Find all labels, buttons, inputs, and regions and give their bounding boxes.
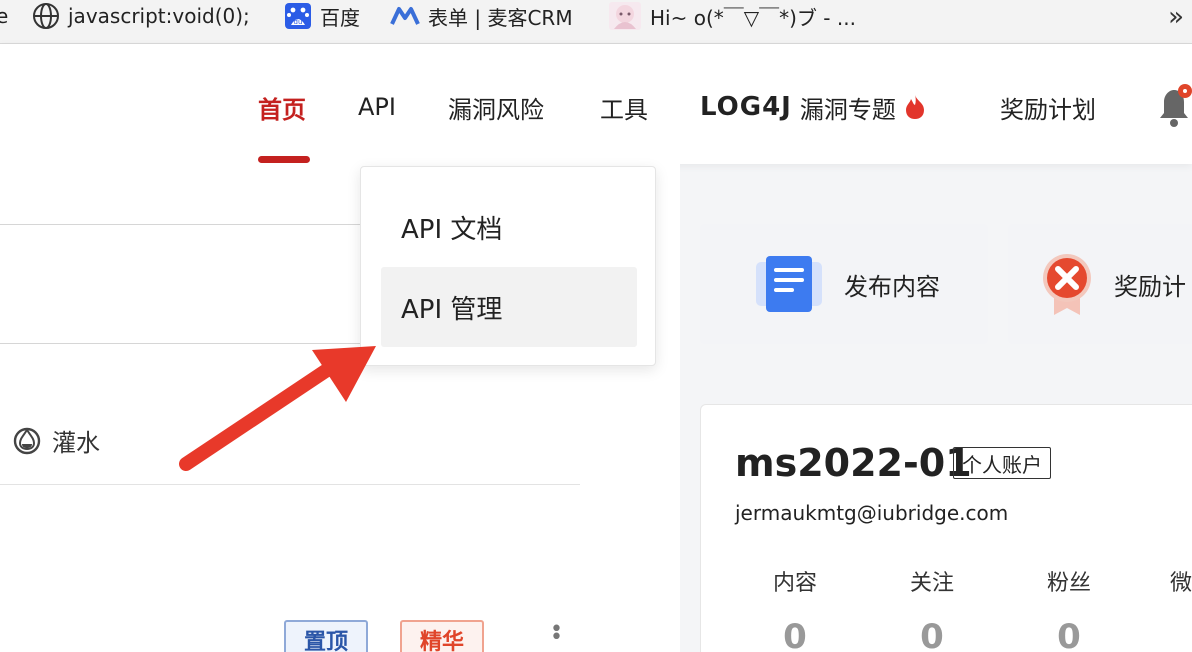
bell-icon[interactable] [1156,84,1192,134]
divider [0,484,580,485]
nav-log4j[interactable]: LOG4J 漏洞专题 [700,92,926,124]
category-tag[interactable]: 灌水 [12,422,100,458]
globe-icon [32,2,60,30]
svg-text:du: du [294,18,303,26]
account-type-badge: 个人账户 [953,447,1051,479]
profile-card: ms2022-01 个人账户 jermaukmtg@iubridge.com 内… [700,404,1192,652]
stat-followers-label[interactable]: 粉丝 [1029,565,1109,597]
bookmark-partial[interactable]: e [0,0,8,32]
fire-icon [904,94,926,120]
document-icon [756,256,822,312]
anime-avatar-icon [608,1,642,31]
nav-vuln-risk[interactable]: 漏洞风险 [448,92,544,124]
bookmark-label: javascript:void(0); [68,4,250,28]
publish-content-card[interactable]: 发布内容 [700,224,988,344]
log4j-logo: LOG4J [700,92,792,122]
pinned-badge: 置顶 [284,620,369,652]
bookmark-javascript[interactable]: javascript:void(0); [32,0,250,32]
api-dropdown-menu: API 文档 API 管理 [360,166,656,366]
featured-badge: 精华 [400,620,485,652]
nav-tools[interactable]: 工具 [600,92,648,124]
maike-icon [390,4,420,28]
nav-rewards[interactable]: 奖励计划 [1000,92,1096,124]
bookmarks-overflow-icon[interactable]: » [1168,2,1184,32]
stat-followers-value: 0 [1057,617,1081,652]
nav-active-indicator [258,156,310,163]
nav-home[interactable]: 首页 [258,92,306,124]
bookmark-label: 表单 | 麦客CRM [428,5,573,30]
bookmark-hi[interactable]: Hi~ o(*￣▽￣*)ブ - ... [608,0,856,32]
bookmark-label: 百度 [320,5,360,30]
reward-program-label: 奖励计 [1114,272,1186,301]
nav-log4j-label: 漏洞专题 [799,95,896,124]
stat-following-value: 0 [920,617,944,652]
bookmark-baidu[interactable]: du 百度 [284,0,360,32]
stat-following-label[interactable]: 关注 [892,565,972,597]
baidu-icon: du [284,2,312,30]
more-options-icon[interactable]: • • [550,619,563,649]
user-email: jermaukmtg@iubridge.com [735,501,1009,525]
stat-micro-label[interactable]: 微 [1141,565,1192,597]
droplet-icon [12,424,42,456]
category-tag-label: 灌水 [52,428,100,457]
stat-content-value: 0 [783,617,807,652]
publish-content-label: 发布内容 [844,272,940,301]
reward-program-card[interactable]: 奖励计 [1008,224,1192,344]
reward-badge-icon [1042,253,1092,315]
bookmark-label: Hi~ o(*￣▽￣*)ブ - ... [650,5,856,30]
site-header: 首页 API 漏洞风险 工具 LOG4J 漏洞专题 奖励计划 [0,44,1192,164]
menu-item-api-management[interactable]: API 管理 [381,267,637,347]
bookmarks-bar: e javascript:void(0); du 百度 表单 | 麦客CRM H… [0,0,1192,44]
menu-item-api-docs[interactable]: API 文档 [381,187,637,267]
page-root: e javascript:void(0); du 百度 表单 | 麦客CRM H… [0,0,1192,652]
bookmark-maike[interactable]: 表单 | 麦客CRM [390,0,573,32]
username[interactable]: ms2022-01 [735,441,972,485]
stat-content-label[interactable]: 内容 [755,565,835,597]
nav-api[interactable]: API [358,92,396,122]
